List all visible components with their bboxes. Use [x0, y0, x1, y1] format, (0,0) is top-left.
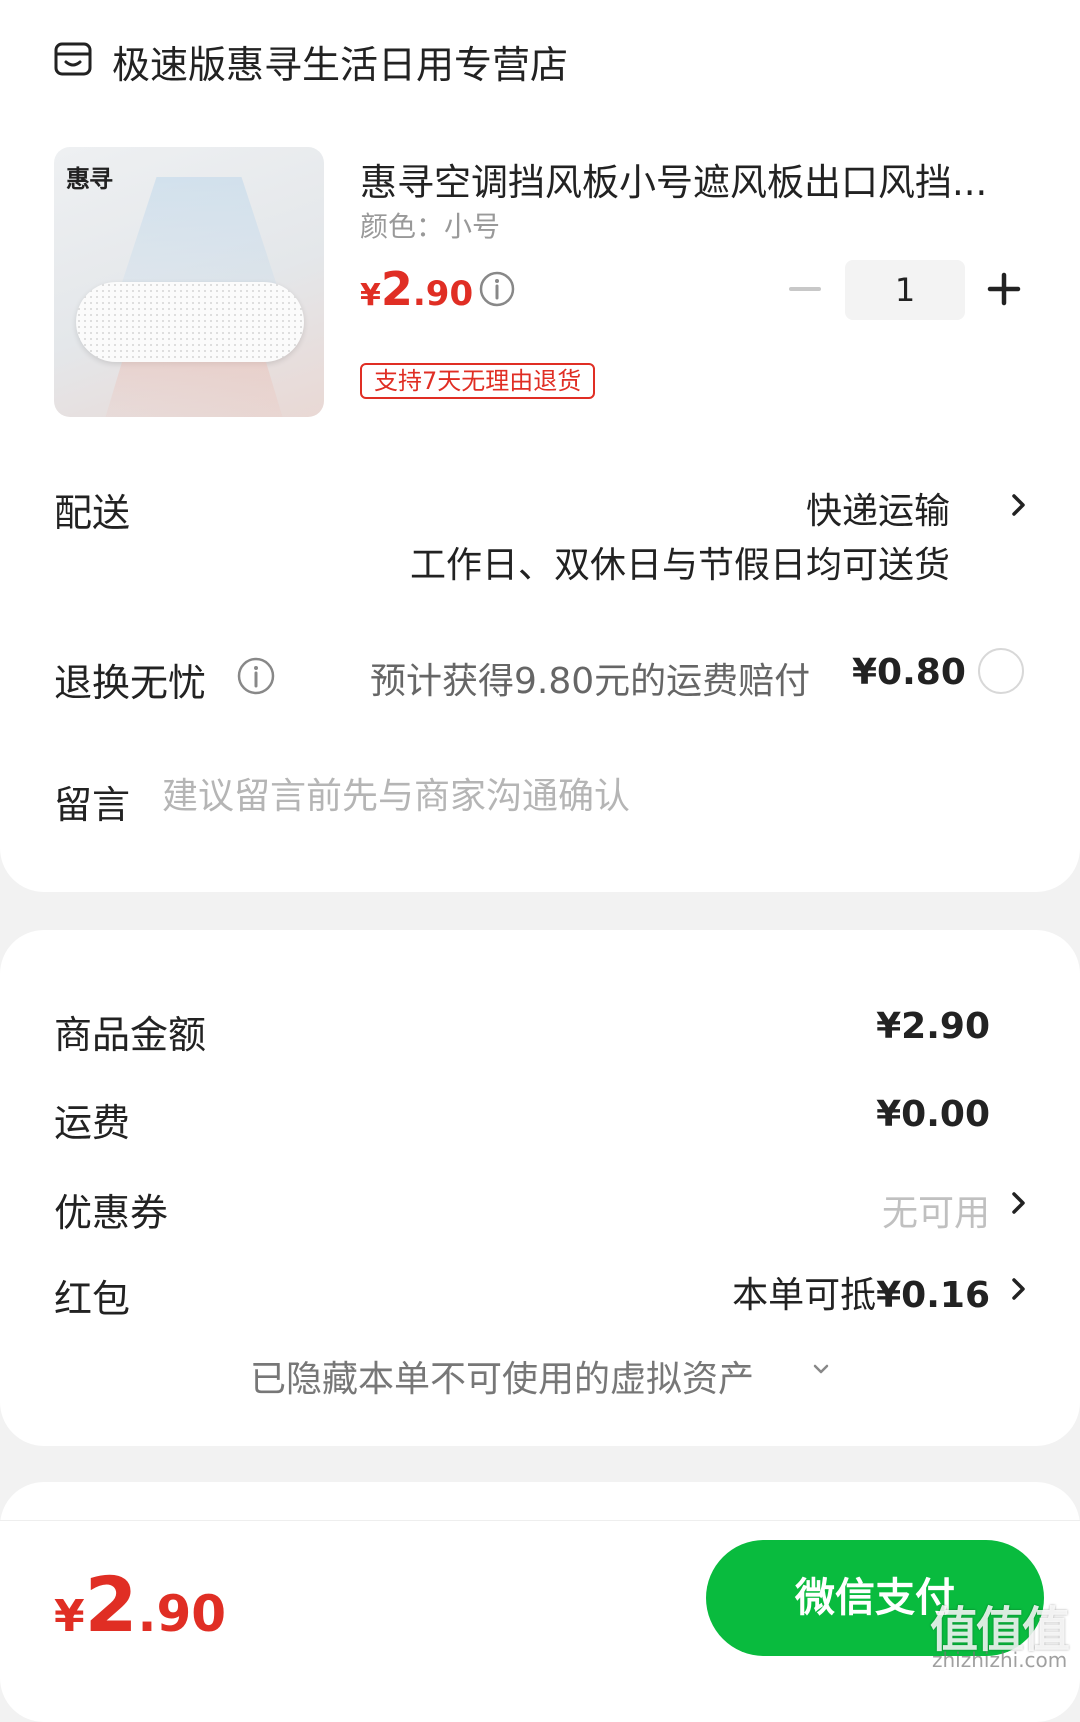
- delivery-method[interactable]: 快递运输: [806, 482, 950, 534]
- goods-amount-value: ¥2.90: [876, 1006, 990, 1047]
- price-currency: ¥: [360, 278, 381, 313]
- message-input[interactable]: [162, 768, 1022, 824]
- price-decimal: .90: [412, 274, 474, 314]
- hidden-assets-toggle[interactable]: 已隐藏本单不可使用的虚拟资产: [250, 1350, 754, 1402]
- delivery-label: 配送: [54, 491, 131, 535]
- total-decimal: .90: [137, 1585, 227, 1643]
- message-label: 留言: [54, 783, 131, 827]
- total-currency: ¥: [54, 1591, 85, 1642]
- chevron-right-icon[interactable]: [1008, 1274, 1030, 1304]
- info-icon[interactable]: [236, 656, 276, 696]
- product-image-brand: 惠寻: [66, 165, 113, 193]
- goods-amount-label: 商品金额: [54, 1013, 207, 1057]
- shipping-fee-label: 运费: [54, 1101, 131, 1145]
- order-item-card: [0, 0, 1080, 892]
- shipping-fee-value: ¥0.00: [876, 1094, 990, 1135]
- red-packet-prefix: 本单可抵: [732, 1275, 877, 1316]
- return-insurance-price: ¥0.80: [852, 652, 966, 693]
- coupon-value[interactable]: 无可用: [882, 1184, 990, 1236]
- product-price: ¥2.90: [360, 262, 473, 316]
- return-policy-badge: 支持7天无理由退货: [360, 363, 596, 399]
- info-icon[interactable]: [478, 270, 516, 308]
- store-icon[interactable]: [54, 40, 92, 78]
- chevron-right-icon[interactable]: [1008, 490, 1030, 520]
- return-insurance-label: 退换无忧: [54, 661, 207, 705]
- red-packet-amount: ¥0.16: [876, 1275, 990, 1316]
- delivery-note[interactable]: 工作日、双休日与节假日均可送货: [410, 536, 950, 588]
- quantity-decrease-button[interactable]: [786, 270, 824, 308]
- red-packet-label: 红包: [54, 1277, 131, 1321]
- quantity-increase-button[interactable]: [985, 270, 1023, 308]
- quantity-value[interactable]: 1: [845, 260, 965, 320]
- total-price: ¥2.90: [54, 1560, 226, 1649]
- product-spec[interactable]: 颜色：小号: [360, 205, 500, 245]
- return-insurance-description: 预计获得9.80元的运费赔付: [370, 661, 811, 702]
- air-deflector-graphic: [76, 282, 304, 362]
- total-integer: 2: [84, 1560, 138, 1649]
- price-integer: 2: [380, 262, 413, 316]
- return-insurance-radio[interactable]: [978, 648, 1024, 694]
- watermark-url: zhizhizhi.com: [932, 1648, 1068, 1672]
- coupon-label: 优惠券: [54, 1191, 169, 1235]
- store-name[interactable]: 极速版惠寻生活日用专营店: [112, 34, 568, 89]
- product-image[interactable]: 惠寻: [54, 147, 324, 417]
- product-title[interactable]: 惠寻空调挡风板小号遮风板出口风挡...: [360, 152, 987, 206]
- chevron-right-icon[interactable]: [1008, 1188, 1030, 1218]
- red-packet-value[interactable]: 本单可抵¥0.16: [732, 1266, 990, 1318]
- airflow-graphic-lower: [104, 362, 284, 417]
- chevron-down-icon[interactable]: [810, 1358, 832, 1380]
